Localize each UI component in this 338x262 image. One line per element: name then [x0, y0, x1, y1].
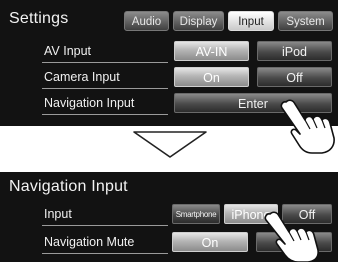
smartphone-button[interactable]: Smartphone [172, 204, 220, 224]
down-arrow-icon [133, 131, 207, 158]
mute-on-button[interactable]: On [172, 232, 248, 252]
settings-title: Settings [9, 10, 69, 27]
camera-on-button[interactable]: On [174, 67, 249, 87]
hand-pointer-icon [280, 99, 335, 154]
input-label: Input [44, 207, 72, 221]
navigation-mute-label: Navigation Mute [44, 235, 135, 249]
ipod-button[interactable]: iPod [257, 41, 332, 61]
navigation-input-title: Navigation Input [9, 178, 128, 195]
camera-input-label: Camera Input [44, 70, 120, 84]
navigation-input-divider [42, 114, 168, 115]
av-input-divider [42, 62, 168, 63]
camera-off-button[interactable]: Off [257, 67, 332, 87]
tab-input[interactable]: Input [228, 11, 274, 31]
tab-audio[interactable]: Audio [124, 11, 169, 31]
av-in-button[interactable]: AV-IN [174, 41, 249, 61]
hand-pointer-icon [264, 211, 319, 262]
navigation-mute-divider [42, 253, 168, 254]
navigation-input-label: Navigation Input [44, 96, 135, 110]
tab-display[interactable]: Display [173, 11, 224, 31]
input-divider [42, 225, 168, 226]
tab-system[interactable]: System [278, 11, 333, 31]
camera-input-divider [42, 88, 168, 89]
av-input-label: AV Input [44, 44, 92, 58]
